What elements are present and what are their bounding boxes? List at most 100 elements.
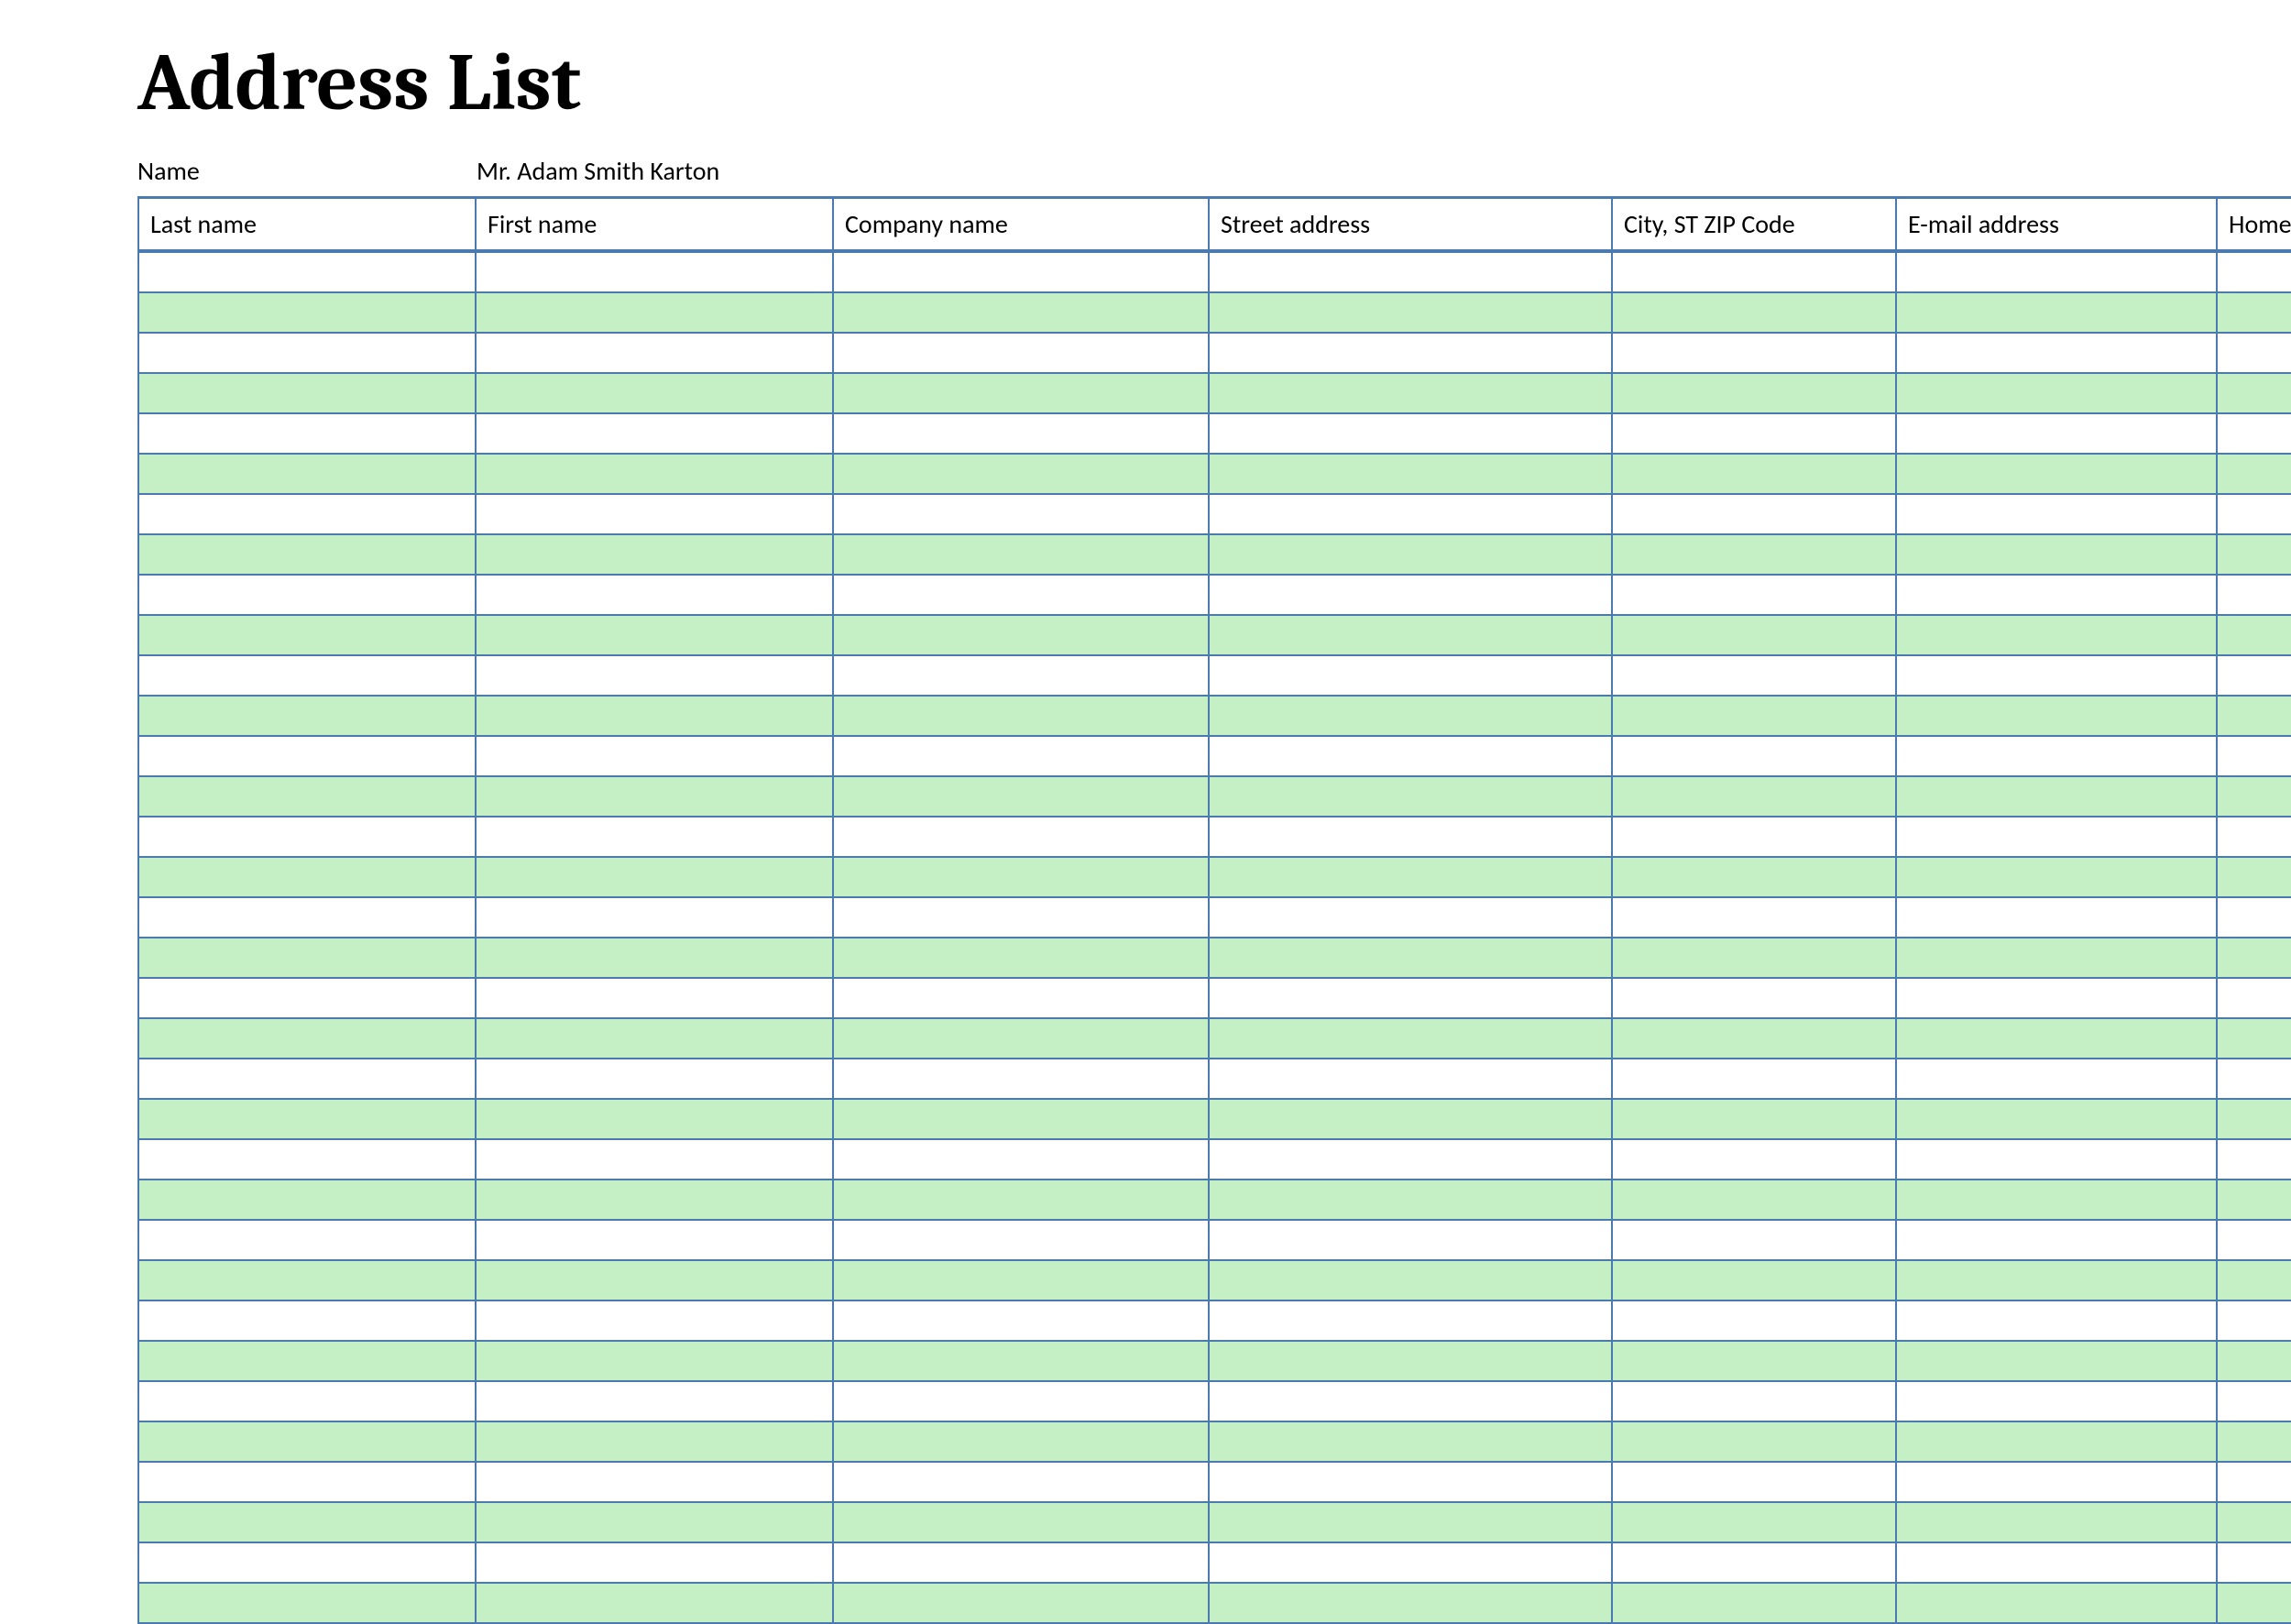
- table-cell[interactable]: [2218, 737, 2291, 777]
- table-cell[interactable]: [477, 1584, 834, 1624]
- table-cell[interactable]: [137, 1301, 477, 1342]
- table-cell[interactable]: [1210, 535, 1613, 576]
- table-cell[interactable]: [1897, 777, 2218, 817]
- table-cell[interactable]: [1613, 656, 1897, 697]
- table-cell[interactable]: [1210, 1059, 1613, 1100]
- table-cell[interactable]: [477, 1221, 834, 1261]
- table-cell[interactable]: [137, 777, 477, 817]
- table-cell[interactable]: [2218, 414, 2291, 455]
- table-cell[interactable]: [1613, 455, 1897, 495]
- table-cell[interactable]: [137, 1382, 477, 1422]
- table-cell[interactable]: [834, 1543, 1210, 1584]
- table-cell[interactable]: [2218, 656, 2291, 697]
- table-cell[interactable]: [1613, 697, 1897, 737]
- table-cell[interactable]: [1210, 1140, 1613, 1180]
- table-cell[interactable]: [1613, 1301, 1897, 1342]
- table-cell[interactable]: [1897, 414, 2218, 455]
- table-cell[interactable]: [2218, 777, 2291, 817]
- table-cell[interactable]: [1210, 576, 1613, 616]
- table-cell[interactable]: [834, 898, 1210, 938]
- table-cell[interactable]: [1210, 938, 1613, 979]
- table-cell[interactable]: [1210, 1221, 1613, 1261]
- table-cell[interactable]: [1897, 455, 2218, 495]
- table-cell[interactable]: [834, 817, 1210, 858]
- table-cell[interactable]: [477, 1463, 834, 1503]
- table-cell[interactable]: [1613, 1140, 1897, 1180]
- table-cell[interactable]: [1897, 697, 2218, 737]
- table-cell[interactable]: [2218, 293, 2291, 334]
- table-cell[interactable]: [1897, 656, 2218, 697]
- table-cell[interactable]: [1613, 1422, 1897, 1463]
- table-cell[interactable]: [137, 495, 477, 535]
- table-cell[interactable]: [834, 1342, 1210, 1382]
- table-cell[interactable]: [834, 576, 1210, 616]
- table-cell[interactable]: [1897, 1301, 2218, 1342]
- table-cell[interactable]: [1897, 576, 2218, 616]
- table-cell[interactable]: [1210, 1019, 1613, 1059]
- table-cell[interactable]: [1613, 938, 1897, 979]
- table-cell[interactable]: [1613, 1382, 1897, 1422]
- table-cell[interactable]: [834, 697, 1210, 737]
- table-cell[interactable]: [1897, 1059, 2218, 1100]
- table-cell[interactable]: [137, 1342, 477, 1382]
- table-cell[interactable]: [2218, 1422, 2291, 1463]
- table-cell[interactable]: [1210, 334, 1613, 374]
- table-cell[interactable]: [1613, 293, 1897, 334]
- table-cell[interactable]: [1897, 858, 2218, 898]
- table-cell[interactable]: [477, 938, 834, 979]
- table-cell[interactable]: [2218, 1221, 2291, 1261]
- table-cell[interactable]: [477, 374, 834, 414]
- table-cell[interactable]: [477, 979, 834, 1019]
- table-cell[interactable]: [834, 1100, 1210, 1140]
- table-cell[interactable]: [137, 1422, 477, 1463]
- table-cell[interactable]: [1210, 495, 1613, 535]
- table-cell[interactable]: [834, 334, 1210, 374]
- table-cell[interactable]: [2218, 1543, 2291, 1584]
- table-cell[interactable]: [2218, 1342, 2291, 1382]
- table-cell[interactable]: [834, 979, 1210, 1019]
- table-cell[interactable]: [1210, 898, 1613, 938]
- table-cell[interactable]: [1897, 495, 2218, 535]
- table-cell[interactable]: [1897, 374, 2218, 414]
- table-cell[interactable]: [1897, 1463, 2218, 1503]
- table-cell[interactable]: [2218, 1180, 2291, 1221]
- table-cell[interactable]: [137, 1140, 477, 1180]
- table-cell[interactable]: [137, 1221, 477, 1261]
- table-cell[interactable]: [1210, 858, 1613, 898]
- table-cell[interactable]: [137, 817, 477, 858]
- table-cell[interactable]: [1897, 1100, 2218, 1140]
- table-cell[interactable]: [1897, 535, 2218, 576]
- table-cell[interactable]: [1613, 898, 1897, 938]
- table-cell[interactable]: [1613, 1503, 1897, 1543]
- table-cell[interactable]: [1897, 938, 2218, 979]
- table-cell[interactable]: [477, 293, 834, 334]
- table-cell[interactable]: [477, 858, 834, 898]
- table-cell[interactable]: [477, 253, 834, 293]
- table-cell[interactable]: [1613, 737, 1897, 777]
- table-cell[interactable]: [834, 414, 1210, 455]
- table-cell[interactable]: [137, 1059, 477, 1100]
- table-cell[interactable]: [1613, 1342, 1897, 1382]
- table-cell[interactable]: [477, 656, 834, 697]
- table-cell[interactable]: [2218, 938, 2291, 979]
- table-cell[interactable]: [1210, 1463, 1613, 1503]
- table-cell[interactable]: [137, 334, 477, 374]
- table-cell[interactable]: [1613, 535, 1897, 576]
- table-cell[interactable]: [834, 1221, 1210, 1261]
- table-cell[interactable]: [137, 535, 477, 576]
- table-cell[interactable]: [477, 495, 834, 535]
- table-cell[interactable]: [1613, 1180, 1897, 1221]
- table-cell[interactable]: [477, 1382, 834, 1422]
- table-cell[interactable]: [2218, 1503, 2291, 1543]
- table-cell[interactable]: [2218, 898, 2291, 938]
- table-cell[interactable]: [137, 1261, 477, 1301]
- table-cell[interactable]: [834, 1261, 1210, 1301]
- table-cell[interactable]: [834, 1584, 1210, 1624]
- table-cell[interactable]: [1613, 1019, 1897, 1059]
- table-cell[interactable]: [137, 253, 477, 293]
- table-cell[interactable]: [1210, 777, 1613, 817]
- table-cell[interactable]: [1613, 858, 1897, 898]
- table-cell[interactable]: [477, 1100, 834, 1140]
- table-cell[interactable]: [2218, 455, 2291, 495]
- table-cell[interactable]: [1613, 1584, 1897, 1624]
